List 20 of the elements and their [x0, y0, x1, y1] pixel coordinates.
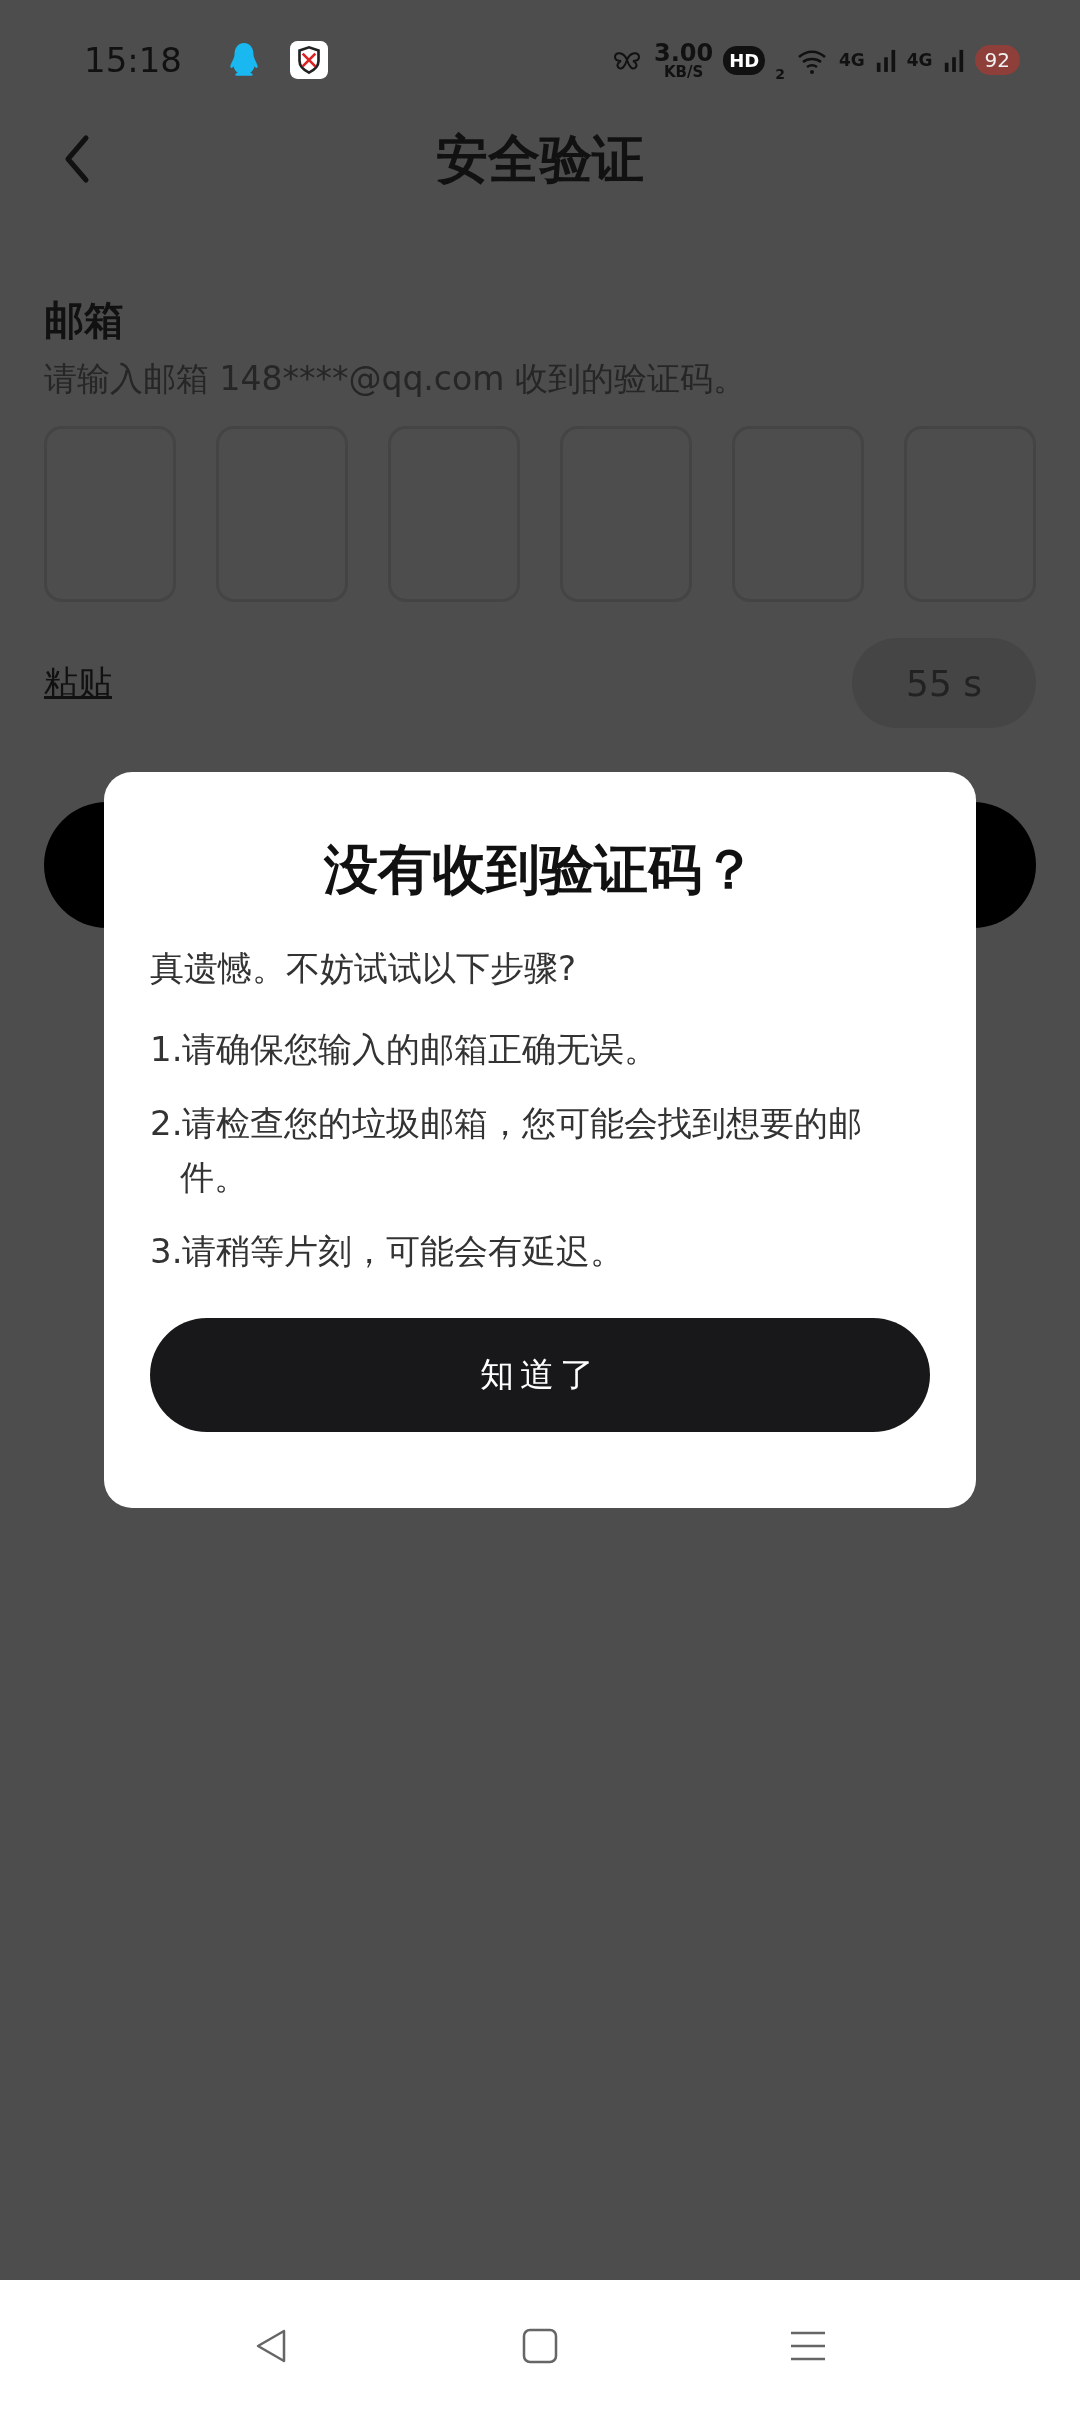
got-it-button[interactable]: 知道了 [150, 1318, 930, 1432]
dialog-intro: 真遗憾。不妨试试以下步骤? [150, 947, 578, 990]
app-icon [290, 41, 328, 79]
speed-unit: KB/S [663, 64, 704, 80]
home-icon[interactable] [520, 2326, 560, 2366]
penguin-icon [228, 41, 260, 79]
step-text: 2.请检查您的垃圾邮箱，您可能会找到想要的邮件。 [150, 1102, 864, 1199]
hd-index: 2 [775, 66, 785, 82]
page-title: 安全验证 [436, 128, 644, 191]
dialog-title: 没有收到验证码？ [322, 837, 757, 903]
battery-level: 92 [974, 45, 1020, 75]
paste-link[interactable]: 粘贴 [44, 660, 112, 706]
step-text: 3.请稍等片刻，可能会有延迟。 [150, 1230, 626, 1273]
status-time: 15:18 [84, 40, 182, 80]
step-text: 1.请确保您输入的邮箱正确无误。 [150, 1028, 660, 1071]
hd-badge: HD [723, 45, 766, 75]
network-speed: 3.00 [653, 40, 714, 65]
field-label: 邮箱 [44, 296, 125, 345]
network-type: 4G [906, 50, 933, 70]
network-type: 4G [838, 50, 865, 70]
